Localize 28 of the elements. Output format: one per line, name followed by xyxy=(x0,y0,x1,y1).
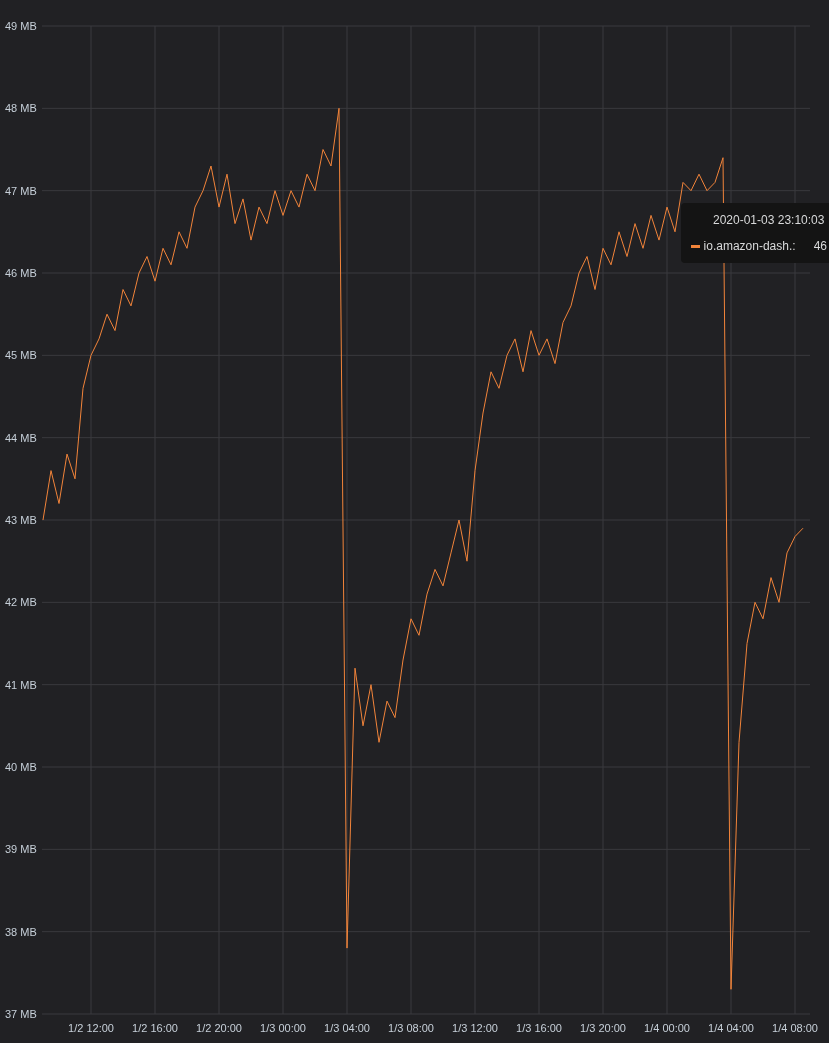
x-axis-label: 1/3 04:00 xyxy=(324,1022,370,1034)
y-axis-label: 37 MB xyxy=(5,1008,37,1020)
y-axis-label: 49 MB xyxy=(5,20,37,32)
x-axis-label: 1/4 00:00 xyxy=(644,1022,690,1034)
x-axis-label: 1/3 20:00 xyxy=(580,1022,626,1034)
x-axis-label: 1/4 04:00 xyxy=(708,1022,754,1034)
y-axis-label: 43 MB xyxy=(5,514,37,526)
x-axis-label: 1/2 12:00 xyxy=(68,1022,114,1034)
x-axis-label: 1/3 16:00 xyxy=(516,1022,562,1034)
x-axis-label: 1/3 08:00 xyxy=(388,1022,434,1034)
y-axis-label: 40 MB xyxy=(5,761,37,773)
x-axis-label: 1/3 00:00 xyxy=(260,1022,306,1034)
x-axis-label: 1/2 16:00 xyxy=(132,1022,178,1034)
y-axis-label: 48 MB xyxy=(5,102,37,115)
tooltip-value: 46 xyxy=(813,238,827,255)
x-axis-label: 1/2 20:00 xyxy=(196,1022,242,1034)
x-axis-label: 1/3 12:00 xyxy=(452,1022,498,1034)
x-axis-label: 1/4 08:00 xyxy=(772,1022,818,1034)
y-axis-label: 42 MB xyxy=(5,596,37,609)
y-axis-label: 45 MB xyxy=(5,349,37,362)
y-axis-label: 41 MB xyxy=(5,678,37,691)
y-axis-label: 44 MB xyxy=(5,431,37,444)
y-axis-label: 39 MB xyxy=(5,843,37,856)
y-axis-label: 38 MB xyxy=(5,925,37,938)
y-axis-label: 47 MB xyxy=(5,184,37,197)
tooltip-time: 2020-01-03 23:10:03 xyxy=(712,212,825,229)
y-axis-label: 46 MB xyxy=(5,267,37,279)
tooltip-series-name: io.amazon-dash.: xyxy=(703,238,796,255)
